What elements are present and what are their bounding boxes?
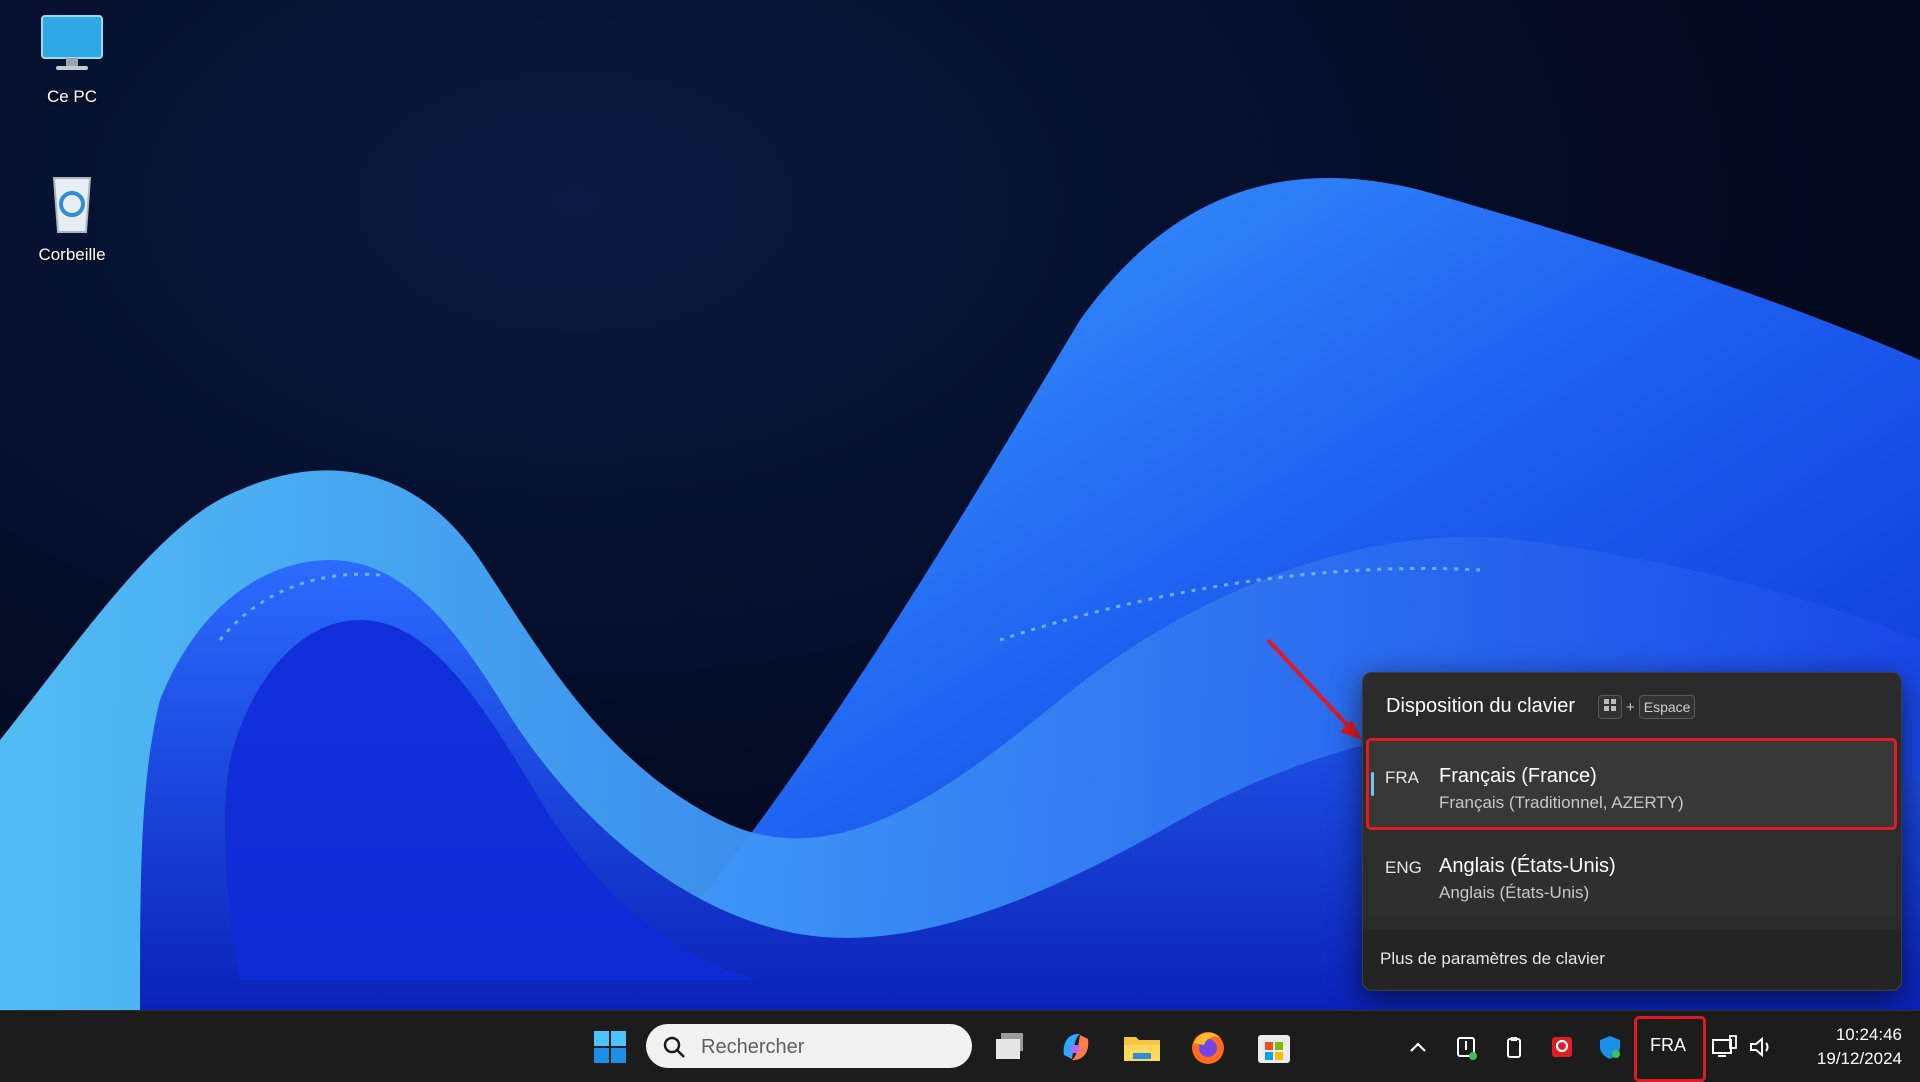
desktop-icon-this-pc[interactable]: Ce PC bbox=[17, 10, 127, 107]
desktop: Ce PC Corbeille Disposition du clavier +… bbox=[0, 0, 1920, 1010]
network-icon[interactable] bbox=[1708, 1031, 1740, 1063]
firefox-icon[interactable] bbox=[1186, 1025, 1230, 1069]
more-settings-label: Plus de paramètres de clavier bbox=[1380, 949, 1605, 968]
microsoft-store-icon[interactable] bbox=[1252, 1025, 1296, 1069]
more-keyboard-settings-link[interactable]: Plus de paramètres de clavier bbox=[1363, 929, 1901, 989]
desktop-icon-recycle-bin[interactable]: Corbeille bbox=[17, 168, 127, 265]
windows-security-icon[interactable] bbox=[1594, 1031, 1626, 1063]
desktop-icon-label: Corbeille bbox=[38, 245, 106, 264]
taskbar-search-box[interactable]: Rechercher bbox=[646, 1024, 972, 1068]
file-explorer-icon[interactable] bbox=[1120, 1025, 1164, 1069]
clipboard-icon[interactable] bbox=[1498, 1031, 1530, 1063]
clock-time: 10:24:46 bbox=[1835, 1025, 1902, 1044]
language-code: ENG bbox=[1385, 858, 1422, 877]
clock-date: 19/12/2024 bbox=[1816, 1049, 1902, 1068]
chevron-up-icon[interactable] bbox=[1402, 1031, 1434, 1063]
shortcut-hint: + Espace bbox=[1598, 695, 1696, 719]
shortcut-plus: + bbox=[1626, 698, 1635, 716]
keyboard-layout-flyout: Disposition du clavier + Espace FRA Fran… bbox=[1362, 672, 1902, 991]
taskbar: Rechercher FRA 10:24:46 19/12/2024 bbox=[0, 1010, 1920, 1082]
clock[interactable]: 10:24:46 19/12/2024 bbox=[1782, 1023, 1902, 1071]
desktop-icon-label: Ce PC bbox=[46, 87, 98, 106]
keyboard-layout-name: Anglais (États-Unis) bbox=[1439, 883, 1590, 902]
task-view-icon[interactable] bbox=[989, 1025, 1033, 1069]
computer-icon bbox=[41, 15, 103, 70]
search-icon bbox=[663, 1036, 685, 1058]
download-status-icon[interactable] bbox=[1450, 1031, 1482, 1063]
space-keycap: Espace bbox=[1638, 695, 1696, 719]
start-icon[interactable] bbox=[588, 1025, 632, 1069]
copilot-icon[interactable] bbox=[1054, 1025, 1098, 1069]
annotation-highlight-fra-option bbox=[1366, 738, 1897, 830]
recycle-bin-icon bbox=[52, 177, 92, 233]
search-placeholder: Rechercher bbox=[701, 1036, 805, 1058]
windows-key-icon bbox=[1598, 695, 1622, 719]
pdf-app-icon[interactable] bbox=[1546, 1031, 1578, 1063]
language-option-eng[interactable]: ENG Anglais (États-Unis) Anglais (États-… bbox=[1368, 831, 1896, 917]
volume-icon[interactable] bbox=[1745, 1031, 1777, 1063]
flyout-title: Disposition du clavier bbox=[1386, 695, 1575, 717]
language-name: Anglais (États-Unis) bbox=[1439, 855, 1616, 877]
annotation-highlight-input-indicator bbox=[1634, 1016, 1706, 1082]
